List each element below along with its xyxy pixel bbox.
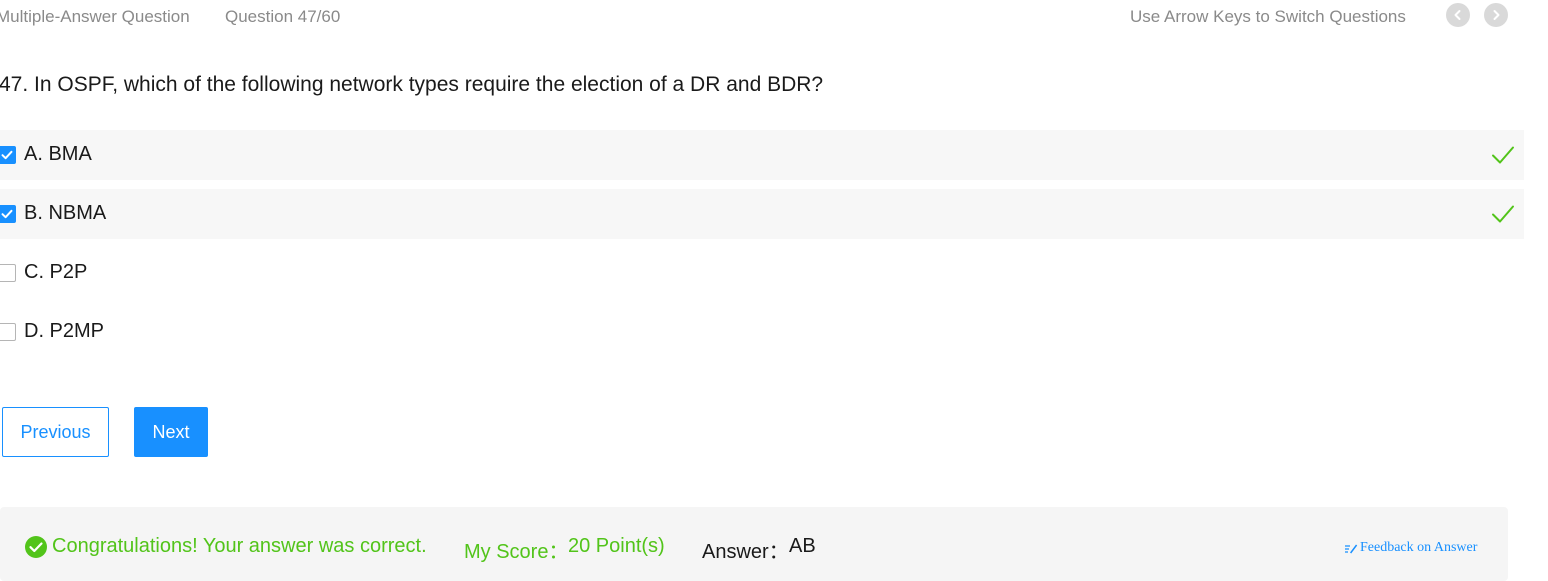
keyboard-hint: Use Arrow Keys to Switch Questions (1130, 7, 1406, 26)
answer-label: Answer： (702, 541, 789, 563)
chevron-right-icon (1493, 10, 1500, 20)
question-counter: Question 47/60 (225, 7, 341, 26)
success-check-circle-icon (25, 536, 47, 558)
previous-button[interactable]: Previous (2, 407, 109, 457)
edit-icon (1345, 544, 1358, 554)
feedback-label: Feedback on Answer (1360, 540, 1478, 555)
feedback-link[interactable]: Feedback on Answer (1344, 540, 1477, 556)
option-label: D. P2MP (24, 320, 105, 342)
checkbox-unchecked[interactable] (0, 264, 16, 282)
option-label: C. P2P (24, 261, 88, 283)
checkbox-checked[interactable] (0, 205, 16, 223)
question-type-label: Multiple-Answer Question (0, 7, 190, 26)
question-header: Multiple-Answer Question Question 47/60 … (0, 0, 1548, 34)
option-label: A. BMA (24, 143, 92, 165)
option-label: B. NBMA (24, 202, 107, 224)
option-c[interactable]: C. P2P (0, 248, 1524, 298)
checkbox-unchecked[interactable] (0, 323, 16, 341)
question-text: 47. In OSPF, which of the following netw… (0, 73, 824, 96)
option-d[interactable]: D. P2MP (0, 307, 1524, 357)
next-button[interactable]: Next (134, 407, 208, 457)
result-panel: Congratulations! Your answer was correct… (0, 507, 1508, 581)
option-b[interactable]: B. NBMA (0, 189, 1524, 239)
next-question-button[interactable] (1484, 3, 1508, 27)
score-value: 20 Point(s) (568, 535, 665, 557)
checkbox-checked[interactable] (0, 146, 16, 164)
previous-question-button[interactable] (1446, 3, 1470, 27)
correct-check-icon (1492, 146, 1514, 164)
checkmark-icon (1, 150, 13, 160)
checkmark-icon (1, 209, 13, 219)
result-message: Congratulations! Your answer was correct… (52, 535, 427, 557)
score-label: My Score： (464, 541, 569, 563)
correct-check-icon (1492, 205, 1514, 223)
option-a[interactable]: A. BMA (0, 130, 1524, 180)
answer-value: AB (789, 535, 816, 557)
chevron-left-icon (1454, 10, 1461, 20)
